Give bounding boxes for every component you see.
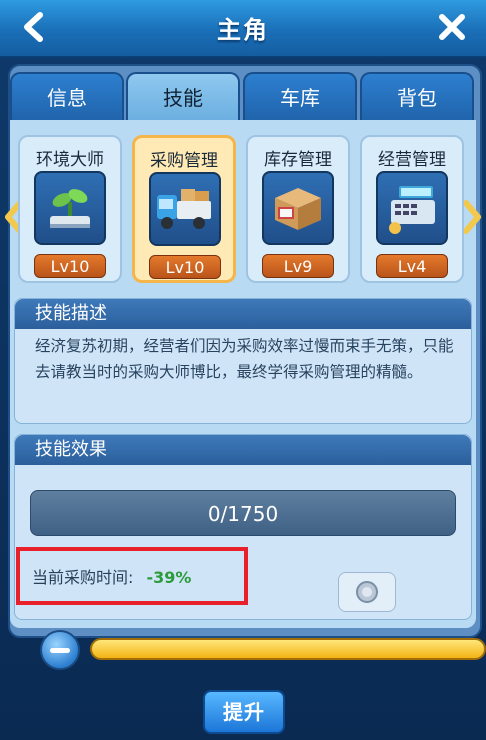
skill-name: 环境大师 [36,150,104,170]
seedling-icon [34,171,106,245]
page-title: 主角 [217,16,269,44]
skill-level: Lv10 [149,255,221,279]
skill-name: 采购管理 [150,151,218,171]
skill-level: Lv9 [262,254,334,278]
skill-card-environment[interactable]: 环境大师 Lv10 [18,135,122,283]
amount-slider[interactable] [90,638,486,660]
skill-card-operations[interactable]: 经营管理 Lv4 [360,135,464,283]
skill-card-purchasing[interactable]: 采购管理 Lv10 [132,135,236,283]
cash-register-icon [376,171,448,245]
tab-backpack[interactable]: 背包 [360,72,474,122]
effect-title: 技能效果 [15,435,471,465]
description-text: 经济复苏初期，经营者们因为采购效率过慢而束手无策，只能去请教当时的采购大师博比，… [35,337,454,381]
tab-info[interactable]: 信息 [10,72,124,122]
chevron-right-icon[interactable] [462,200,482,234]
skill-name: 库存管理 [264,150,332,170]
coin-button[interactable] [338,572,396,612]
skill-card-inventory[interactable]: 库存管理 Lv9 [246,135,350,283]
skill-level: Lv4 [376,254,448,278]
tab-bar: 信息 技能 车库 背包 [10,72,476,122]
description-panel: 技能描述 经济复苏初期，经营者们因为采购效率过慢而束手无策，只能去请教当时的采购… [14,298,472,424]
header-bar: 主角 [0,0,486,58]
tab-garage[interactable]: 车库 [243,72,357,122]
skill-level: Lv10 [34,254,106,278]
progress-bar: 0/1750 [30,490,456,536]
minus-icon [50,647,70,653]
close-icon [439,14,465,40]
description-title: 技能描述 [15,299,471,329]
highlight-box [16,547,248,605]
coin-icon [356,581,378,603]
box-icon [262,171,334,245]
skill-name: 经营管理 [378,150,446,170]
tab-skills[interactable]: 技能 [126,72,240,122]
truck-icon [149,172,221,246]
close-button[interactable] [430,8,474,46]
upgrade-button[interactable]: 提升 [203,690,285,734]
decrease-button[interactable] [40,630,80,670]
